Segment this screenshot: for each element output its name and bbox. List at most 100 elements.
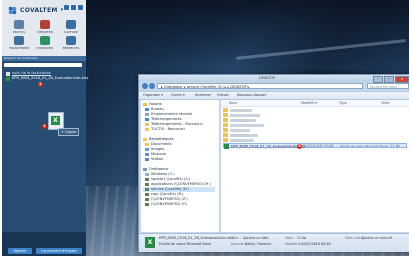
ribbon-button-transferer[interactable]: Transférer: [6, 36, 32, 50]
details-size-label: Taille :: [285, 236, 296, 240]
close-button[interactable]: ✕: [395, 76, 409, 83]
print-button[interactable]: Imprimer: [195, 92, 211, 99]
title-bar[interactable]: DESKTOP – □ ✕: [139, 75, 409, 83]
import-icon: [40, 20, 50, 29]
excel-icon: [6, 77, 10, 81]
ribbon-button-exporter[interactable]: Exporter: [32, 36, 58, 50]
screenshot-frame: COVALTEM ▾ Profils Importer C: [2, 0, 409, 256]
nav-label: Bureau: [151, 107, 164, 111]
forward-arrow-icon[interactable]: [149, 83, 155, 89]
desktop-icon: [145, 107, 149, 111]
folder-icon: [223, 128, 228, 132]
back-arrow-icon[interactable]: [142, 83, 148, 89]
organize-menu[interactable]: Organiser ▾: [143, 92, 163, 99]
search-input[interactable]: Rechercher dans :: [367, 83, 409, 89]
nav-label: Téléchargements: [151, 117, 182, 121]
panel-footer: Ajouter Lancement d'import: [2, 232, 86, 256]
column-modified[interactable]: Modifié le: [301, 100, 317, 106]
folder-icon: [6, 72, 10, 76]
nav-label: Musique: [151, 152, 167, 156]
burn-button[interactable]: Graver: [217, 92, 229, 99]
open-menu[interactable]: Ouvrir ▾: [171, 92, 185, 99]
ribbon-button-profils[interactable]: Profils: [6, 20, 32, 34]
library-icon: [143, 137, 147, 141]
chevron-down-icon[interactable]: ▾: [61, 7, 64, 13]
explorer-window: DESKTOP – □ ✕ ▸ Ordinateur ▸ service (\\…: [138, 74, 409, 252]
blurred-name: [230, 133, 258, 137]
benefits-icon: [66, 36, 76, 45]
blurred-name: [230, 123, 264, 127]
maximize-button[interactable]: □: [384, 76, 394, 83]
app-side-panel: COVALTEM ▾ Profils Importer C: [2, 0, 89, 256]
add-button[interactable]: Ajouter: [8, 248, 32, 254]
details-author-label: Auteurs :: [231, 242, 246, 246]
app-logo[interactable]: COVALTEM ▾: [8, 4, 63, 16]
ribbon-label: Transférer: [9, 46, 29, 50]
ribbon-label: Capture: [64, 30, 78, 34]
list-search-input[interactable]: [4, 63, 82, 67]
address-bar[interactable]: ▸ Ordinateur ▸ service (\\scs9fs) (S:) ▸…: [157, 83, 363, 89]
window-title: DESKTOP: [259, 76, 276, 80]
tree-item-link[interactable]: suivi de la facturation: [12, 71, 51, 75]
nav-label: Favoris: [149, 102, 162, 106]
address-bar-row: ▸ Ordinateur ▸ service (\\scs9fs) (S:) ▸…: [141, 83, 409, 90]
step-marker-1: 1: [42, 124, 47, 129]
launch-import-button[interactable]: Lancement d'import: [36, 248, 82, 254]
excel-icon: [224, 144, 229, 149]
step-marker-2: 2: [38, 82, 43, 87]
excel-icon: X: [51, 116, 60, 125]
details-title-label: Titre :: [231, 236, 241, 240]
nav-item-drive[interactable]: (\\CENVFM0FS0) (Y:): [145, 202, 187, 207]
ribbon-button-capture[interactable]: Capture: [58, 20, 84, 34]
details-author-value[interactable]: Bailey, Florence: [245, 242, 271, 246]
nav-label: Emplacements récents: [151, 112, 193, 116]
folder-icon: [223, 108, 228, 112]
navigation-pane: Favoris Bureau Emplacements récents Télé…: [141, 100, 220, 232]
new-folder-button[interactable]: Nouveau dossier: [237, 92, 266, 99]
details-tags-value[interactable]: Ajoutez un mot-clé: [361, 236, 392, 240]
close-icon[interactable]: [78, 5, 83, 10]
nav-label: liquide1 (\\scs9fs) (S:): [151, 177, 191, 181]
file-type: Feuille de calcul Microsoft Excel: [340, 144, 388, 148]
network-drive-icon: [145, 202, 149, 206]
export-icon: [40, 36, 50, 45]
wallpaper-streak: [236, 39, 406, 60]
nav-label: Windows (C:): [151, 172, 175, 176]
blurred-name: [230, 128, 250, 132]
minimize-button[interactable]: –: [373, 76, 383, 83]
ribbon-label: Importer: [37, 30, 53, 34]
folder-icon: [223, 113, 228, 117]
tree-item-file[interactable]: EPR_MSM_2018_01_26_EvaluationLite.xlsx: [12, 76, 89, 80]
column-headers: Nom Modifié le Type Taille: [221, 100, 409, 107]
column-size[interactable]: Taille: [381, 100, 390, 106]
ribbon-button-benefices[interactable]: Bénéfices: [58, 36, 84, 50]
settings-icon[interactable]: [71, 5, 76, 10]
music-icon: [145, 152, 149, 156]
ribbon-button-importer[interactable]: Importer: [32, 20, 58, 34]
details-title-value[interactable]: Ajoutez un titre: [243, 236, 268, 240]
ribbon: Profils Importer Capture Transférer Expo…: [6, 20, 84, 50]
folder-icon: [223, 133, 228, 137]
column-type[interactable]: Type: [339, 100, 347, 106]
recent-icon: [145, 112, 149, 116]
window-controls: – □ ✕: [373, 76, 409, 83]
nav-label: Téléchargements - Raccourci: [151, 122, 203, 126]
network-drive-icon: [145, 177, 149, 181]
nav-label: Documents: [151, 142, 172, 146]
blurred-name: [230, 118, 256, 122]
nav-item-tuctix[interactable]: TUCTIX - Raccourci: [145, 127, 185, 132]
nav-label: applications (\\CENVFM0FS0) (H:): [151, 182, 211, 186]
blurred-name: [230, 113, 260, 117]
nav-item-videos[interactable]: Vidéos: [145, 157, 163, 162]
column-name[interactable]: Nom: [229, 100, 237, 106]
ribbon-label: Bénéfices: [62, 46, 80, 50]
image-icon: [145, 147, 149, 151]
details-file-name: EPR_MSM_2018_01_26_EvaluationLite.xlsx: [159, 236, 234, 240]
selected-file-row[interactable]: EPR_MSM_2018_01_26_EvaluationLite.xlsx 2…: [223, 143, 407, 149]
command-bar: Organiser ▾ Ouvrir ▾ Imprimer Graver Nou…: [139, 91, 409, 100]
details-file-kind: Feuille de calcul Microsoft Excel: [159, 242, 212, 246]
folder-icon: [145, 127, 149, 131]
nav-label: (\\CENVFM0FS0) (Y:): [151, 202, 188, 206]
minimize-icon[interactable]: [64, 5, 69, 10]
network-drive-icon: [145, 197, 149, 201]
